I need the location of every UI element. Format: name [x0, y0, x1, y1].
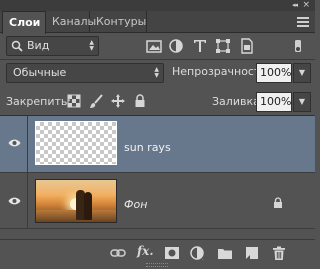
lock-pixels-icon[interactable] [88, 93, 104, 109]
new-layer-icon[interactable] [243, 245, 261, 261]
filter-smart-object-icon[interactable] [238, 37, 256, 55]
layers-panel: ◂◂ × Слои Каналы Контуры Вид ▲ ▼ Обычные… [0, 0, 315, 269]
panel-menu-icon[interactable] [297, 15, 311, 27]
fill-dropdown-icon[interactable]: ▼ [293, 92, 311, 112]
divider [0, 59, 315, 60]
updown-icon: ▲ ▼ [154, 66, 159, 79]
layer-thumbnail [35, 121, 117, 165]
eye-icon[interactable] [8, 138, 21, 148]
layer-row-sun-rays[interactable]: sun rays [0, 116, 315, 173]
filter-toggle-icon[interactable] [285, 36, 311, 56]
blend-mode-select[interactable]: Обычные ▲ ▼ [6, 63, 164, 83]
layer-thumbnail [35, 179, 117, 223]
layer-name[interactable]: Фон [124, 198, 147, 211]
layer-row-background[interactable]: Фон [0, 173, 315, 229]
filter-kind-select[interactable]: Вид ▲ ▼ [6, 36, 99, 56]
opacity-input[interactable]: 100% [256, 63, 292, 83]
opacity-dropdown-icon[interactable]: ▼ [293, 63, 311, 83]
lock-label: Закрепить: [6, 95, 72, 108]
visibility-cell[interactable] [0, 173, 28, 228]
eye-icon[interactable] [8, 196, 21, 206]
lock-icon [274, 197, 282, 208]
lock-position-icon[interactable] [110, 93, 126, 109]
svg-text:.: . [202, 256, 204, 261]
trash-icon[interactable] [270, 245, 288, 261]
visibility-cell[interactable] [0, 116, 28, 172]
layer-name[interactable]: sun rays [124, 141, 171, 154]
filter-adjustment-icon[interactable] [167, 37, 185, 55]
filter-shape-icon[interactable] [214, 37, 232, 55]
filter-type-icon[interactable] [191, 37, 209, 55]
mask-icon[interactable] [163, 245, 181, 261]
tab-layers[interactable]: Слои [2, 11, 46, 34]
fill-input[interactable]: 100% [256, 92, 292, 112]
resize-grip[interactable] [146, 263, 168, 267]
lock-transparency-icon[interactable] [66, 93, 82, 109]
link-icon[interactable] [109, 245, 127, 261]
tab-paths[interactable]: Контуры [90, 11, 147, 33]
adjustment-icon[interactable]: . [189, 245, 207, 261]
filter-pixel-icon[interactable] [145, 37, 163, 55]
blend-mode-value: Обычные [13, 66, 67, 79]
fx-icon[interactable]: fx. [137, 244, 155, 260]
thumbnail-figure [84, 192, 92, 220]
lock-all-icon[interactable] [132, 93, 148, 109]
tab-channels[interactable]: Каналы [46, 11, 96, 33]
filter-kind-label: Вид [27, 39, 50, 52]
search-icon [11, 40, 23, 52]
collapse-icon[interactable]: ◂◂ [292, 1, 298, 9]
panel-title-strip [0, 0, 315, 11]
folder-icon[interactable] [216, 245, 234, 261]
updown-icon: ▲ ▼ [89, 39, 94, 52]
close-icon[interactable]: × [302, 0, 310, 10]
